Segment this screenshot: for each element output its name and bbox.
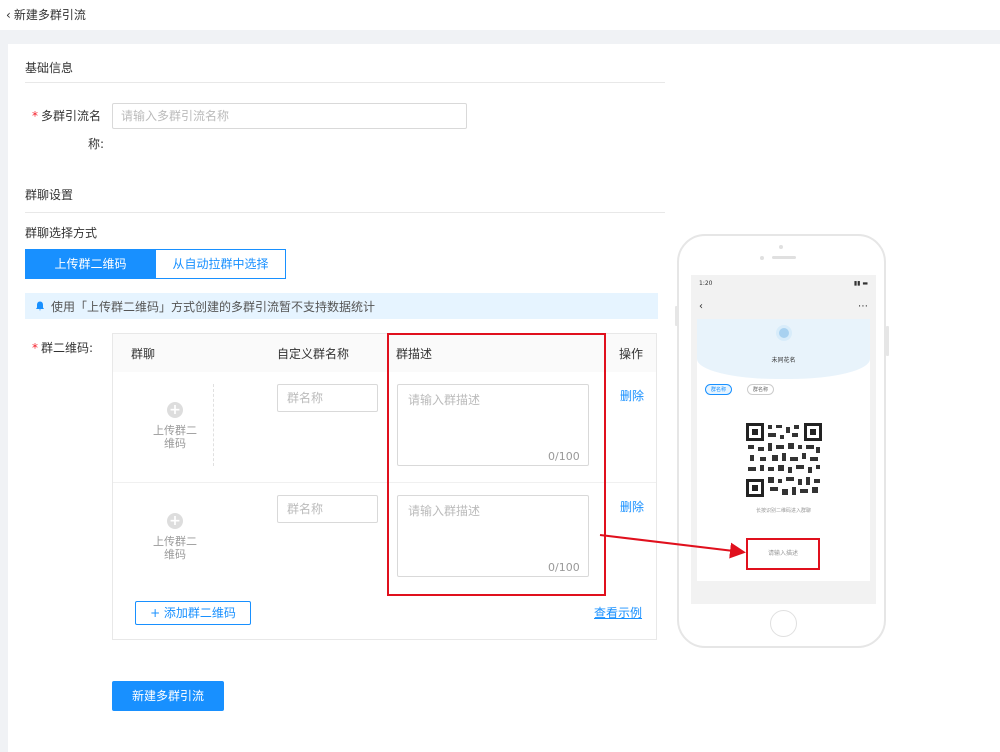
notice-text: 使用「上传群二维码」方式创建的多群引流暂不支持数据统计 (51, 299, 376, 314)
group-name-input[interactable] (277, 495, 378, 523)
status-bar: 1:20 ▮▮ ▬ (691, 275, 876, 291)
divider (213, 384, 214, 466)
highlight-box (387, 333, 606, 596)
status-time: 1:20 (699, 280, 713, 287)
group-chip: 群名称 (705, 384, 733, 395)
delete-link[interactable]: 删除 (620, 387, 644, 404)
upload-label: 上传群二维码 (153, 424, 197, 450)
group-chip: 群名称 (747, 384, 775, 395)
back-button[interactable]: ‹ 新建多群引流 (6, 6, 86, 23)
select-mode-label: 群聊选择方式 (25, 226, 98, 240)
home-button (770, 610, 797, 637)
preview-desc: 请输入描述 (746, 538, 820, 570)
name-label: * 多群引流名 (32, 109, 102, 123)
group-name-input[interactable] (277, 384, 378, 412)
avatar (776, 325, 792, 341)
more-icon: ⋯ (858, 300, 868, 312)
tab-auto-group[interactable]: 从自动拉群中选择 (156, 249, 286, 279)
phone-side-button (675, 306, 678, 326)
phone-camera (779, 245, 783, 249)
scan-hint: 长按识别二维码进入群聊 (755, 508, 811, 514)
divider (25, 212, 665, 213)
tab-upload-qr[interactable]: 上传群二维码 (25, 249, 156, 279)
page-title: 新建多群引流 (13, 8, 86, 22)
qr-label: * 群二维码: (32, 341, 94, 355)
bell-icon (36, 301, 44, 311)
qr-code-icon (746, 423, 822, 497)
phone-navbar: ‹ ⋯ (691, 299, 876, 313)
th-group: 群聊 (131, 347, 156, 361)
submit-button[interactable]: 新建多群引流 (112, 681, 224, 711)
top-bar: ‹ 新建多群引流 (0, 0, 1000, 30)
th-custom-name: 自定义群名称 (277, 347, 350, 361)
chevron-left-icon: ‹ (6, 7, 11, 22)
phone-side-button (886, 326, 889, 356)
profile-name: 未同花名 (771, 357, 796, 364)
section-title-group: 群聊设置 (25, 188, 74, 202)
phone-speaker (772, 256, 796, 259)
th-actions: 操作 (619, 347, 644, 361)
phone-preview: 1:20 ▮▮ ▬ ‹ ⋯ 未同花名 群名称 群名称 长按识别二维码进入群聊 请… (675, 234, 889, 648)
delete-link[interactable]: 删除 (620, 498, 644, 515)
signal-icon: ▮▮ ▬ (853, 280, 868, 287)
notice-bar: 使用「上传群二维码」方式创建的多群引流暂不支持数据统计 (25, 293, 658, 319)
add-qr-button[interactable]: + 添加群二维码 (135, 601, 251, 625)
name-input[interactable] (112, 103, 467, 129)
divider (25, 82, 665, 83)
section-title-basic: 基础信息 (25, 61, 74, 75)
chevron-left-icon: ‹ (699, 300, 703, 312)
upload-qr[interactable]: + 上传群二维码 (135, 384, 215, 466)
plus-icon: + (167, 402, 183, 418)
upload-label: 上传群二维码 (153, 535, 197, 561)
view-example-link[interactable]: 查看示例 (594, 604, 642, 621)
upload-qr[interactable]: + 上传群二维码 (135, 495, 215, 577)
name-label-cont: 称: (88, 137, 105, 151)
phone-sensor (760, 256, 764, 260)
phone-screen: 1:20 ▮▮ ▬ ‹ ⋯ 未同花名 群名称 群名称 长按识别二维码进入群聊 请… (691, 275, 876, 604)
preview-card: 未同花名 群名称 群名称 长按识别二维码进入群聊 请输入描述 (697, 319, 870, 581)
plus-icon: + (167, 513, 183, 529)
mode-switch: 上传群二维码 从自动拉群中选择 (25, 249, 286, 279)
